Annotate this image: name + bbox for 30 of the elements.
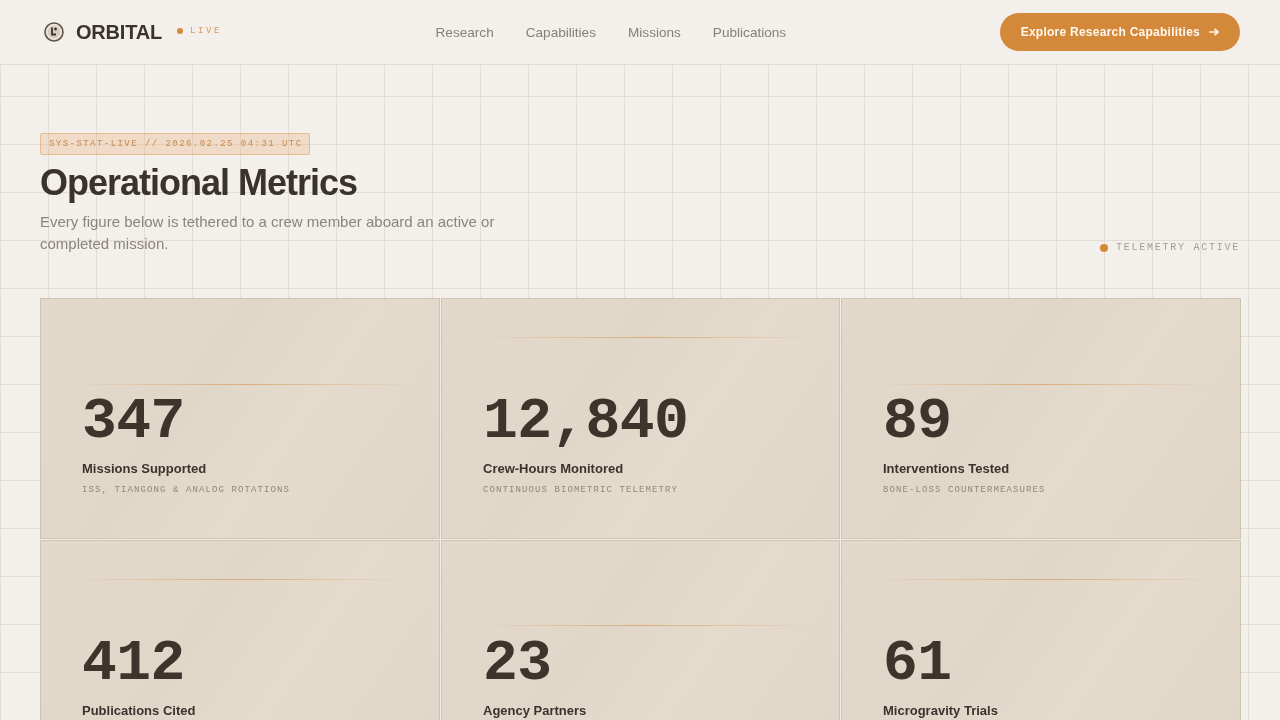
timestamp-tag: SYS-STAT-LIVE // 2026.02.25 04:31 UTC (40, 133, 311, 155)
metric-value: 12,840 (483, 393, 689, 451)
metric-value: 23 (483, 635, 552, 693)
metric-value: 61 (883, 635, 952, 693)
nav-link[interactable]: Capabilities (525, 24, 596, 40)
status-dot-icon (177, 27, 183, 34)
metric-label: Crew-Hours Monitored (483, 461, 624, 477)
telemetry-status-label: TELEMETRY ACTIVE (1116, 242, 1240, 253)
live-label: LIVE (190, 25, 222, 36)
status-dot-icon (1100, 243, 1108, 252)
page-title: Operational Metrics (40, 161, 358, 204)
metric-note: BONE-LOSS COUNTERMEASURES (883, 484, 1046, 496)
metric-label: Microgravity Trials (883, 703, 998, 719)
metric-note: CONTINUOUS BIOMETRIC TELEMETRY (483, 484, 679, 496)
cta-button[interactable]: Explore Research Capabilities (999, 13, 1240, 51)
metric-value: 412 (82, 635, 185, 693)
arrow-right-icon (1209, 28, 1219, 36)
metric-label: Interventions Tested (883, 461, 1010, 477)
nav-link[interactable]: Publications (712, 24, 787, 40)
metric-label: Publications Cited (82, 703, 196, 719)
metric-note: ISS, TIANGONG & ANALOG ROTATIONS (82, 484, 291, 496)
emblem-icon (44, 22, 64, 42)
nav-link[interactable]: Missions (628, 24, 681, 40)
metric-value: 89 (883, 393, 952, 451)
nav-link[interactable]: Research (435, 24, 494, 40)
metric-label: Agency Partners (483, 703, 587, 719)
metric-value: 347 (82, 393, 185, 451)
brand-name: ORBITAL (76, 20, 162, 44)
metric-label: Missions Supported (82, 461, 207, 477)
page-subtitle: Every figure below is tethered to a crew member aboard an active or completed mission. (40, 212, 496, 254)
